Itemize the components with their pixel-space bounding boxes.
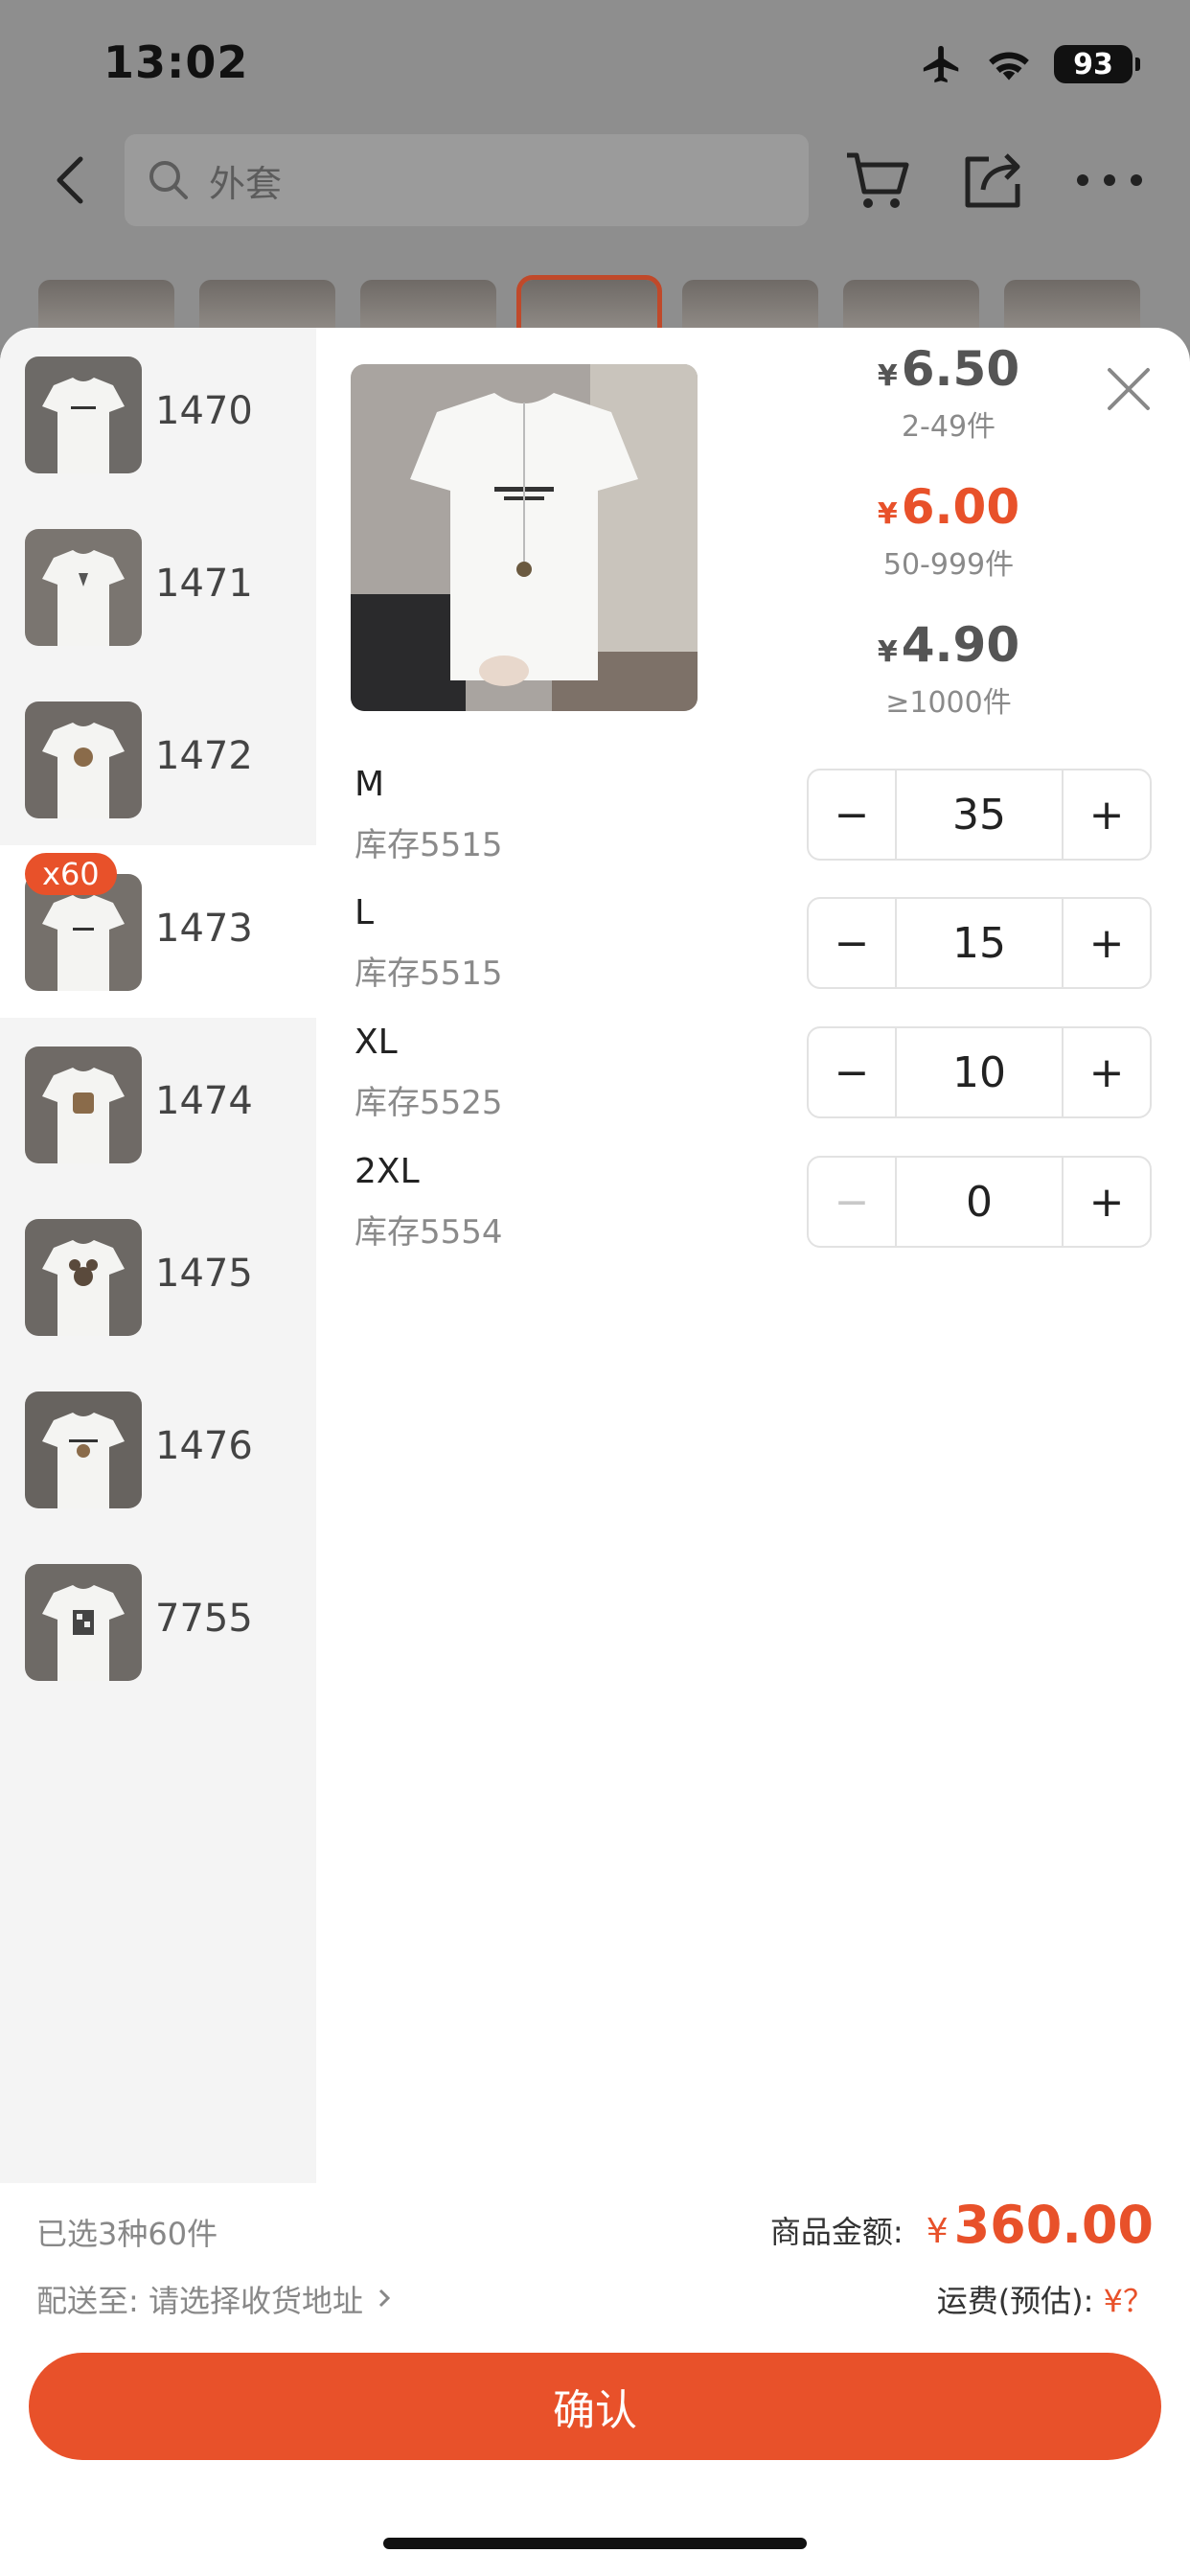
- price-tier-current: ¥6.00 50-999件: [805, 479, 1092, 617]
- quantity-input[interactable]: 0: [895, 1158, 1064, 1246]
- freight-label: 运费(预估):: [936, 2283, 1094, 2319]
- tier-price: ¥6.50: [877, 341, 1020, 397]
- quantity-input[interactable]: 10: [895, 1028, 1064, 1116]
- ship-label: 配送至:: [36, 2283, 139, 2319]
- variant-image: [25, 1046, 142, 1163]
- top-nav: 外套: [0, 134, 1190, 226]
- increase-button[interactable]: +: [1064, 1028, 1150, 1116]
- sku-name: XL: [355, 1023, 398, 1062]
- quantity-stepper: − 15 +: [807, 897, 1152, 989]
- back-arrow-icon[interactable]: [42, 150, 103, 211]
- sidebar-item-1471[interactable]: 1471: [0, 500, 316, 673]
- sidebar-item-1473[interactable]: x60 1473: [0, 845, 316, 1018]
- sidebar-item-1472[interactable]: 1472: [0, 673, 316, 845]
- sku-row: 2XL 库存5554 − 0 +: [355, 1152, 1159, 1267]
- sku-name: L: [355, 893, 375, 932]
- amount-label: 商品金额:: [769, 2214, 904, 2250]
- variant-image: [25, 356, 142, 473]
- quantity-stepper: − 10 +: [807, 1026, 1152, 1118]
- quantity-badge: x60: [25, 853, 117, 895]
- tier-price: ¥4.90: [877, 617, 1020, 673]
- freight-value: ¥？: [1103, 2283, 1154, 2319]
- price-tier: ¥4.90 ≥1000件: [805, 617, 1092, 755]
- goods-amount: 商品金额: ¥ 360.00: [770, 2195, 1154, 2255]
- price-tier: ¥6.50 2-49件: [805, 341, 1092, 479]
- tier-range: 50-999件: [882, 548, 1015, 582]
- price-tiers: ¥6.50 2-49件 ¥6.00 50-999件 ¥4.90 ≥1000件: [805, 341, 1092, 755]
- sidebar-item-1476[interactable]: 1476: [0, 1363, 316, 1535]
- sidebar-item-label: 1473: [155, 907, 253, 951]
- search-bar[interactable]: 外套: [125, 134, 809, 226]
- sidebar-item-label: 1470: [155, 389, 253, 433]
- chevron-right-icon: [379, 2288, 391, 2308]
- more-icon[interactable]: [1071, 148, 1148, 213]
- decrease-button[interactable]: −: [809, 1028, 895, 1116]
- sku-row: M 库存5515 − 35 +: [355, 765, 1159, 880]
- variant-image: [25, 1219, 142, 1336]
- sku-row: XL 库存5525 − 10 +: [355, 1023, 1159, 1138]
- sku-stock: 库存5515: [355, 954, 503, 993]
- sku-stock: 库存5515: [355, 826, 503, 864]
- sku-stock: 库存5525: [355, 1084, 503, 1122]
- sidebar-item-label: 1472: [155, 734, 253, 778]
- background-page: 13:02 93 外套: [0, 0, 1190, 352]
- quantity-stepper: − 0 +: [807, 1156, 1152, 1248]
- battery-indicator: 93: [1054, 45, 1140, 83]
- freight-estimate: 运费(预估): ¥？: [937, 2277, 1154, 2321]
- status-bar: 13:02 93: [0, 0, 1190, 125]
- variant-sidebar: 1470 1471 1472 x60 1473 1474 1475 1476 7…: [0, 328, 316, 2183]
- sidebar-item-1474[interactable]: 1474: [0, 1018, 316, 1190]
- sidebar-item-label: 1475: [155, 1252, 253, 1296]
- variant-image: [25, 702, 142, 818]
- tier-price: ¥6.00: [877, 479, 1020, 535]
- sku-row: L 库存5515 − 15 +: [355, 893, 1159, 1008]
- shipping-address[interactable]: 配送至: 请选择收货地址: [36, 2277, 396, 2321]
- tier-range: 2-49件: [901, 410, 996, 444]
- tier-range: ≥1000件: [885, 686, 1012, 720]
- variant-image: [25, 1564, 142, 1681]
- decrease-button[interactable]: −: [809, 1158, 895, 1246]
- quantity-input[interactable]: 35: [895, 770, 1064, 859]
- airplane-icon: [923, 45, 959, 83]
- variant-image: [25, 1392, 142, 1508]
- sidebar-item-1475[interactable]: 1475: [0, 1190, 316, 1363]
- sidebar-item-1470[interactable]: 1470: [0, 328, 316, 500]
- share-icon[interactable]: [960, 148, 1025, 213]
- product-image[interactable]: [351, 364, 698, 711]
- amount-value: 360.00: [953, 2195, 1154, 2255]
- home-indicator: [383, 2538, 807, 2549]
- close-icon[interactable]: [1102, 362, 1156, 416]
- cart-icon[interactable]: [843, 148, 912, 213]
- selected-summary: 已选3种60件: [36, 2216, 218, 2252]
- amount-currency: ¥: [926, 2212, 949, 2251]
- sidebar-item-label: 1476: [155, 1424, 253, 1468]
- quantity-stepper: − 35 +: [807, 769, 1152, 861]
- sku-name: 2XL: [355, 1152, 420, 1191]
- sku-selector-sheet: 1470 1471 1472 x60 1473 1474 1475 1476 7…: [0, 328, 1190, 2576]
- variant-image: [25, 529, 142, 646]
- sidebar-item-7755[interactable]: 7755: [0, 1535, 316, 1708]
- sidebar-item-label: 1474: [155, 1079, 253, 1123]
- confirm-button[interactable]: 确认: [29, 2353, 1161, 2460]
- increase-button[interactable]: +: [1064, 770, 1150, 859]
- search-placeholder: 外套: [209, 162, 283, 205]
- decrease-button[interactable]: −: [809, 899, 895, 987]
- quantity-input[interactable]: 15: [895, 899, 1064, 987]
- sku-name: M: [355, 765, 385, 804]
- sidebar-item-label: 1471: [155, 562, 253, 606]
- status-icons: 93: [920, 42, 1140, 86]
- decrease-button[interactable]: −: [809, 770, 895, 859]
- ship-address: 请选择收货地址: [148, 2283, 363, 2319]
- search-icon: [149, 161, 188, 199]
- wifi-icon: [989, 52, 1029, 80]
- increase-button[interactable]: +: [1064, 1158, 1150, 1246]
- increase-button[interactable]: +: [1064, 899, 1150, 987]
- sku-stock: 库存5554: [355, 1213, 503, 1252]
- sidebar-item-label: 7755: [155, 1597, 253, 1641]
- status-time: 13:02: [103, 36, 249, 88]
